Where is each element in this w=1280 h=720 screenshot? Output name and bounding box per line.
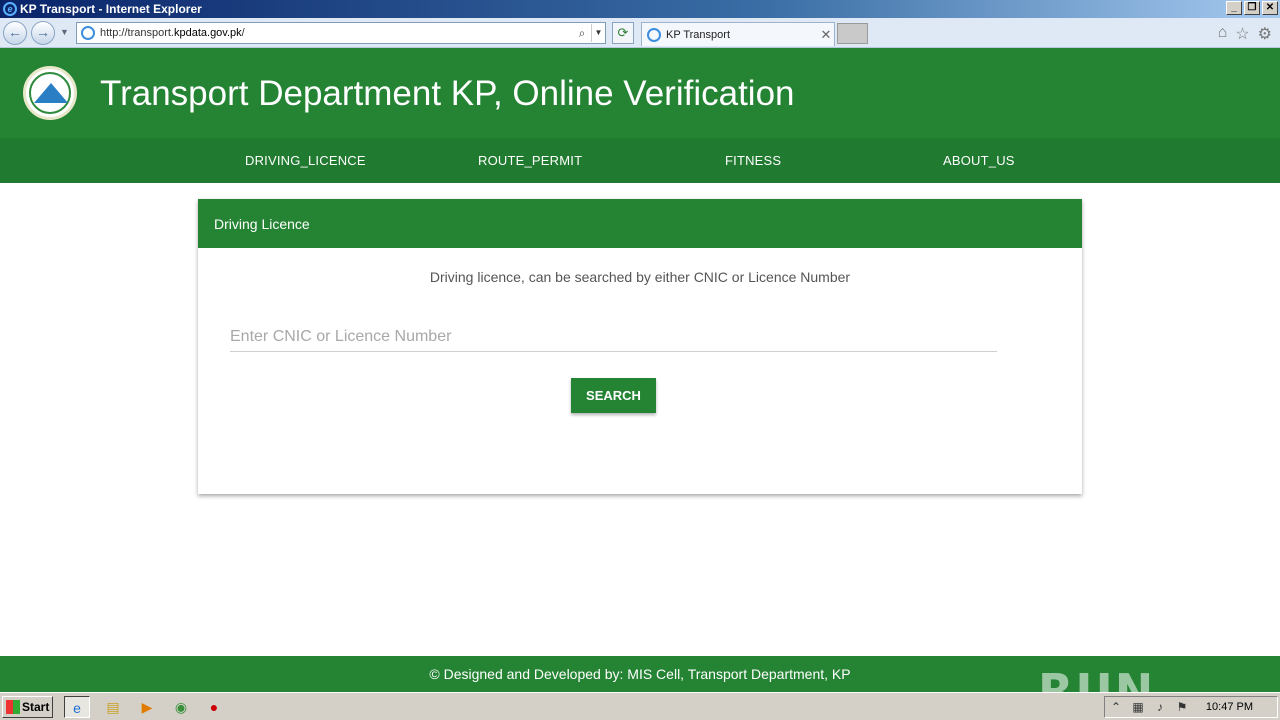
search-button[interactable]: SEARCH: [571, 378, 656, 413]
page-icon: [81, 26, 95, 40]
cnic-input-wrapper: [230, 324, 997, 352]
restore-button[interactable]: ❐: [1244, 1, 1260, 15]
windows-flag-icon: [6, 700, 20, 714]
taskbar-opera-icon[interactable]: ●: [201, 696, 227, 718]
menu-item-fitness[interactable]: FITNESS: [725, 153, 781, 168]
main-menu: DRIVING_LICENCE ROUTE_PERMIT FITNESS ABO…: [0, 138, 1280, 183]
taskbar-explorer-icon[interactable]: ▤: [100, 696, 126, 718]
tab-kp-transport[interactable]: KP Transport ✕: [641, 22, 835, 46]
window-controls: _ ❐ ✕: [1226, 1, 1278, 15]
card-description: Driving licence, can be searched by eith…: [429, 269, 851, 285]
menu-item-route-permit[interactable]: ROUTE_PERMIT: [478, 153, 582, 168]
taskbar-chrome-icon[interactable]: ◉: [168, 696, 194, 718]
ie-logo-icon: e: [3, 2, 17, 16]
driving-licence-card: Driving Licence Driving licence, can be …: [198, 199, 1082, 494]
cnic-licence-input[interactable]: [230, 324, 997, 350]
close-window-button[interactable]: ✕: [1262, 1, 1278, 15]
address-url[interactable]: http://transport.kpdata.gov.pk/: [100, 27, 573, 39]
address-bar[interactable]: http://transport.kpdata.gov.pk/ ⌕ ▼: [76, 22, 606, 44]
window-title: KP Transport - Internet Explorer: [20, 2, 202, 16]
address-dropdown-icon[interactable]: ▼: [591, 24, 605, 42]
favorites-star-icon[interactable]: ☆: [1235, 24, 1249, 44]
browser-toolbar-icons: ⌂ ☆ ⚙: [1218, 24, 1272, 44]
history-dropdown-icon[interactable]: ▼: [60, 27, 69, 37]
start-label: Start: [22, 700, 50, 714]
window-titlebar: e KP Transport - Internet Explorer _ ❐ ✕: [0, 0, 1280, 18]
tab-close-icon[interactable]: ✕: [818, 27, 834, 43]
site-header: Transport Department KP, Online Verifica…: [0, 48, 1280, 138]
kp-logo: [23, 66, 77, 120]
volume-icon[interactable]: ♪: [1149, 700, 1171, 714]
home-icon[interactable]: ⌂: [1218, 24, 1228, 44]
tab-page-icon: [647, 27, 661, 42]
browser-toolbar: ← → ▼ http://transport.kpdata.gov.pk/ ⌕ …: [0, 18, 1280, 48]
new-tab-button[interactable]: [837, 23, 868, 44]
clock[interactable]: 10:47 PM: [1206, 701, 1253, 713]
card-title: Driving Licence: [198, 199, 1082, 248]
system-tray: ⌃ ▦ ♪ ⚑ 10:47 PM: [1104, 696, 1278, 718]
taskbar: Start e ▤ ▶ ◉ ● ⌃ ▦ ♪ ⚑ 10:47 PM: [0, 692, 1280, 720]
tab-label: KP Transport: [666, 28, 730, 41]
refresh-icon[interactable]: ⟳: [612, 22, 634, 44]
address-search-icon[interactable]: ⌕: [573, 26, 591, 41]
forward-button[interactable]: →: [31, 21, 55, 45]
back-button[interactable]: ←: [3, 21, 27, 45]
network-icon[interactable]: ▦: [1127, 700, 1149, 714]
menu-item-about-us[interactable]: ABOUT_US: [943, 153, 1015, 168]
minimize-button[interactable]: _: [1226, 1, 1242, 15]
action-center-flag-icon[interactable]: ⚑: [1171, 700, 1193, 714]
taskbar-media-player-icon[interactable]: ▶: [134, 696, 160, 718]
settings-gear-icon[interactable]: ⚙: [1258, 24, 1272, 44]
taskbar-ie-icon[interactable]: e: [64, 696, 90, 718]
menu-item-driving-licence[interactable]: DRIVING_LICENCE: [245, 153, 366, 168]
start-button[interactable]: Start: [2, 696, 53, 718]
site-title: Transport Department KP, Online Verifica…: [100, 74, 795, 113]
tray-expand-icon[interactable]: ⌃: [1105, 700, 1127, 714]
